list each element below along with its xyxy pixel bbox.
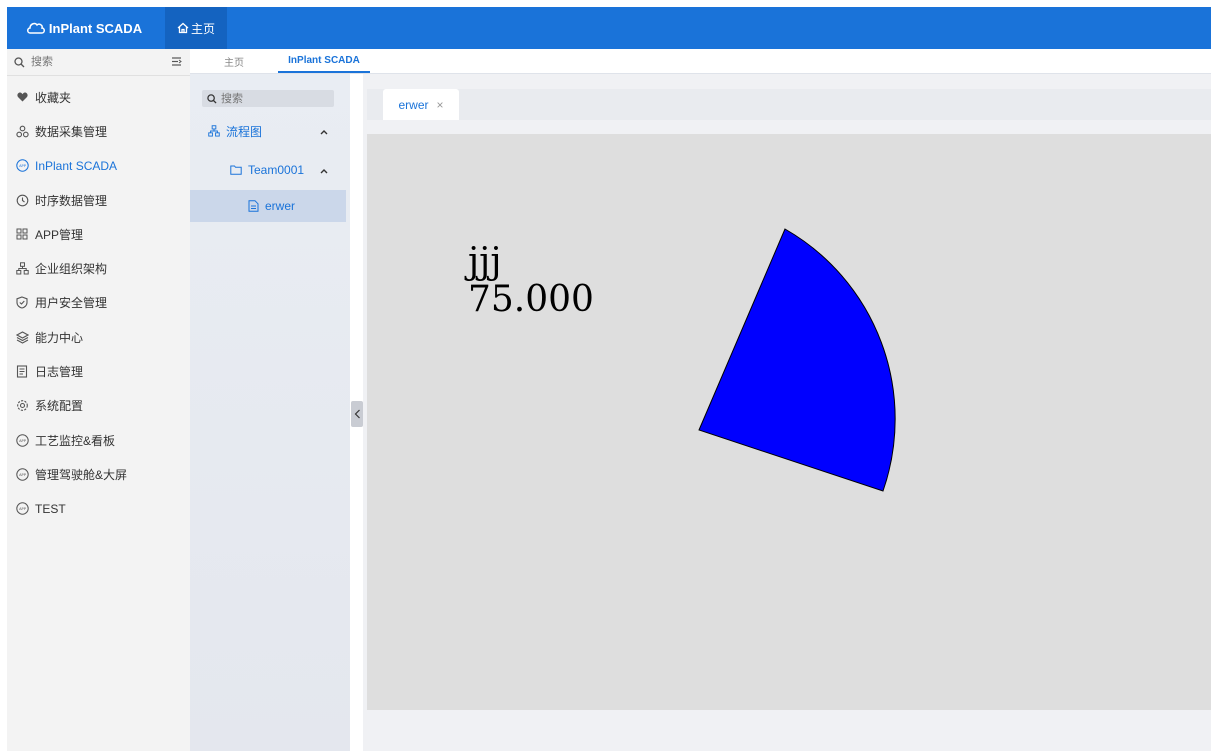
sidebar-item-capability-center[interactable]: 能力中心 (7, 320, 190, 354)
chevron-up-icon[interactable] (320, 163, 328, 177)
home-icon (177, 22, 189, 34)
sidebar-search-input[interactable] (29, 55, 153, 69)
sidebar-item-log-management[interactable]: 日志管理 (7, 354, 190, 388)
gear-icon (15, 399, 29, 413)
sidebar-item-label: 数据采集管理 (35, 124, 108, 139)
flow-tree-panel: 流程图 Team0001 erwer (190, 74, 350, 751)
app-icon: APP (15, 467, 29, 481)
app-root: InPlant SCADA 主页 搜索 收藏夹 数据采集管理 APP InPla… (0, 0, 1211, 751)
flowchart-icon (208, 125, 220, 137)
app-icon: APP (15, 502, 29, 516)
sidebar-item-label: 用户安全管理 (35, 296, 108, 311)
shield-icon (15, 296, 29, 310)
nodes-icon (15, 124, 29, 138)
folder-icon (230, 165, 242, 175)
tab-erwer[interactable]: erwer × (383, 89, 459, 120)
page-tab-strip: 主页 InPlant SCADA (190, 49, 1211, 74)
sidebar-item-label: 工艺监控&看板 (35, 433, 116, 448)
svg-text:APP: APP (19, 473, 27, 477)
search-icon (14, 56, 25, 67)
home-nav-label: 主页 (190, 21, 215, 36)
heart-icon (15, 90, 29, 104)
svg-text:APP: APP (19, 164, 27, 168)
sidebar-item-label: 收藏夹 (35, 90, 72, 105)
clock-icon (15, 193, 29, 207)
document-tab-label: erwer (398, 97, 429, 112)
grid-icon (15, 227, 29, 241)
tree-node-team[interactable]: Team0001 (190, 158, 346, 182)
brand-name: InPlant SCADA (48, 20, 143, 36)
sidebar-item-timeseries[interactable]: 时序数据管理 (7, 183, 190, 217)
org-icon (15, 262, 29, 276)
chevron-left-icon (354, 409, 360, 419)
sidebar-item-user-security[interactable]: 用户安全管理 (7, 286, 190, 320)
sidebar-item-label: 系统配置 (35, 399, 84, 414)
sidebar-item-label: 管理驾驶舱&大屏 (35, 467, 128, 482)
tree-node-label: Team0001 (248, 163, 305, 177)
cloud-logo-icon (26, 22, 45, 34)
sidebar-item-favorites[interactable]: 收藏夹 (7, 80, 190, 114)
layers-icon (15, 330, 29, 344)
tree-node-label: 流程图 (226, 124, 263, 139)
app-icon: APP (15, 433, 29, 447)
tree-search-input[interactable] (219, 91, 323, 106)
sidebar-item-test[interactable]: APP TEST (7, 492, 190, 526)
menu-collapse-icon[interactable] (171, 56, 182, 67)
tree-node-flowchart[interactable]: 流程图 (190, 119, 346, 143)
sidebar-item-data-collection[interactable]: 数据采集管理 (7, 114, 190, 148)
brand-logo[interactable]: InPlant SCADA (7, 7, 162, 49)
app-icon: APP (15, 159, 29, 173)
svg-text:APP: APP (19, 507, 27, 511)
tree-node-erwer[interactable]: erwer (190, 190, 346, 222)
tab-inplant-scada[interactable]: InPlant SCADA (278, 49, 370, 73)
close-icon[interactable]: × (437, 98, 444, 112)
canvas-drawing: jjj 75.000 (464, 228, 896, 492)
tree-collapse-button[interactable] (351, 401, 363, 427)
sidebar-item-inplant-scada[interactable]: APP InPlant SCADA (7, 149, 190, 183)
tab-home[interactable]: 主页 (214, 49, 254, 73)
search-icon (207, 93, 217, 104)
sidebar-item-label: APP管理 (35, 227, 84, 242)
canvas-text-name[interactable]: jjj (464, 241, 502, 282)
svg-text:APP: APP (19, 439, 27, 443)
top-bar: InPlant SCADA 主页 (7, 7, 1211, 49)
chevron-up-icon[interactable] (320, 124, 328, 138)
sidebar-item-management-cockpit[interactable]: APP 管理驾驶舱&大屏 (7, 457, 190, 491)
sidebar: 收藏夹 数据采集管理 APP InPlant SCADA 时序数据管理 (7, 49, 191, 751)
editor-content: erwer × jjj 75.000 (363, 74, 1211, 751)
tree-search (202, 90, 334, 107)
canvas-text-value[interactable]: 75.000 (468, 279, 594, 320)
sidebar-item-label: TEST (35, 501, 66, 516)
sidebar-item-label: 日志管理 (35, 365, 84, 380)
tree-node-label: erwer (265, 199, 296, 213)
sidebar-item-label: 时序数据管理 (35, 193, 108, 208)
document-tab-bar: erwer × (367, 89, 1211, 120)
scada-canvas[interactable]: jjj 75.000 (367, 134, 1211, 710)
sidebar-item-process-monitoring[interactable]: APP 工艺监控&看板 (7, 423, 190, 457)
file-icon (248, 200, 259, 212)
sidebar-item-label: InPlant SCADA (35, 158, 118, 173)
document-icon (15, 365, 29, 379)
home-nav-tab[interactable]: 主页 (165, 7, 227, 49)
gauge-sector[interactable] (698, 228, 896, 492)
sidebar-item-organization[interactable]: 企业组织架构 (7, 251, 190, 285)
sidebar-item-app-management[interactable]: APP管理 (7, 217, 190, 251)
sidebar-item-label: 企业组织架构 (35, 262, 108, 277)
sidebar-search (7, 49, 190, 76)
sidebar-menu: 收藏夹 数据采集管理 APP InPlant SCADA 时序数据管理 APP管… (7, 80, 190, 526)
sidebar-item-label: 能力中心 (35, 330, 84, 345)
sidebar-item-system-config[interactable]: 系统配置 (7, 389, 190, 423)
